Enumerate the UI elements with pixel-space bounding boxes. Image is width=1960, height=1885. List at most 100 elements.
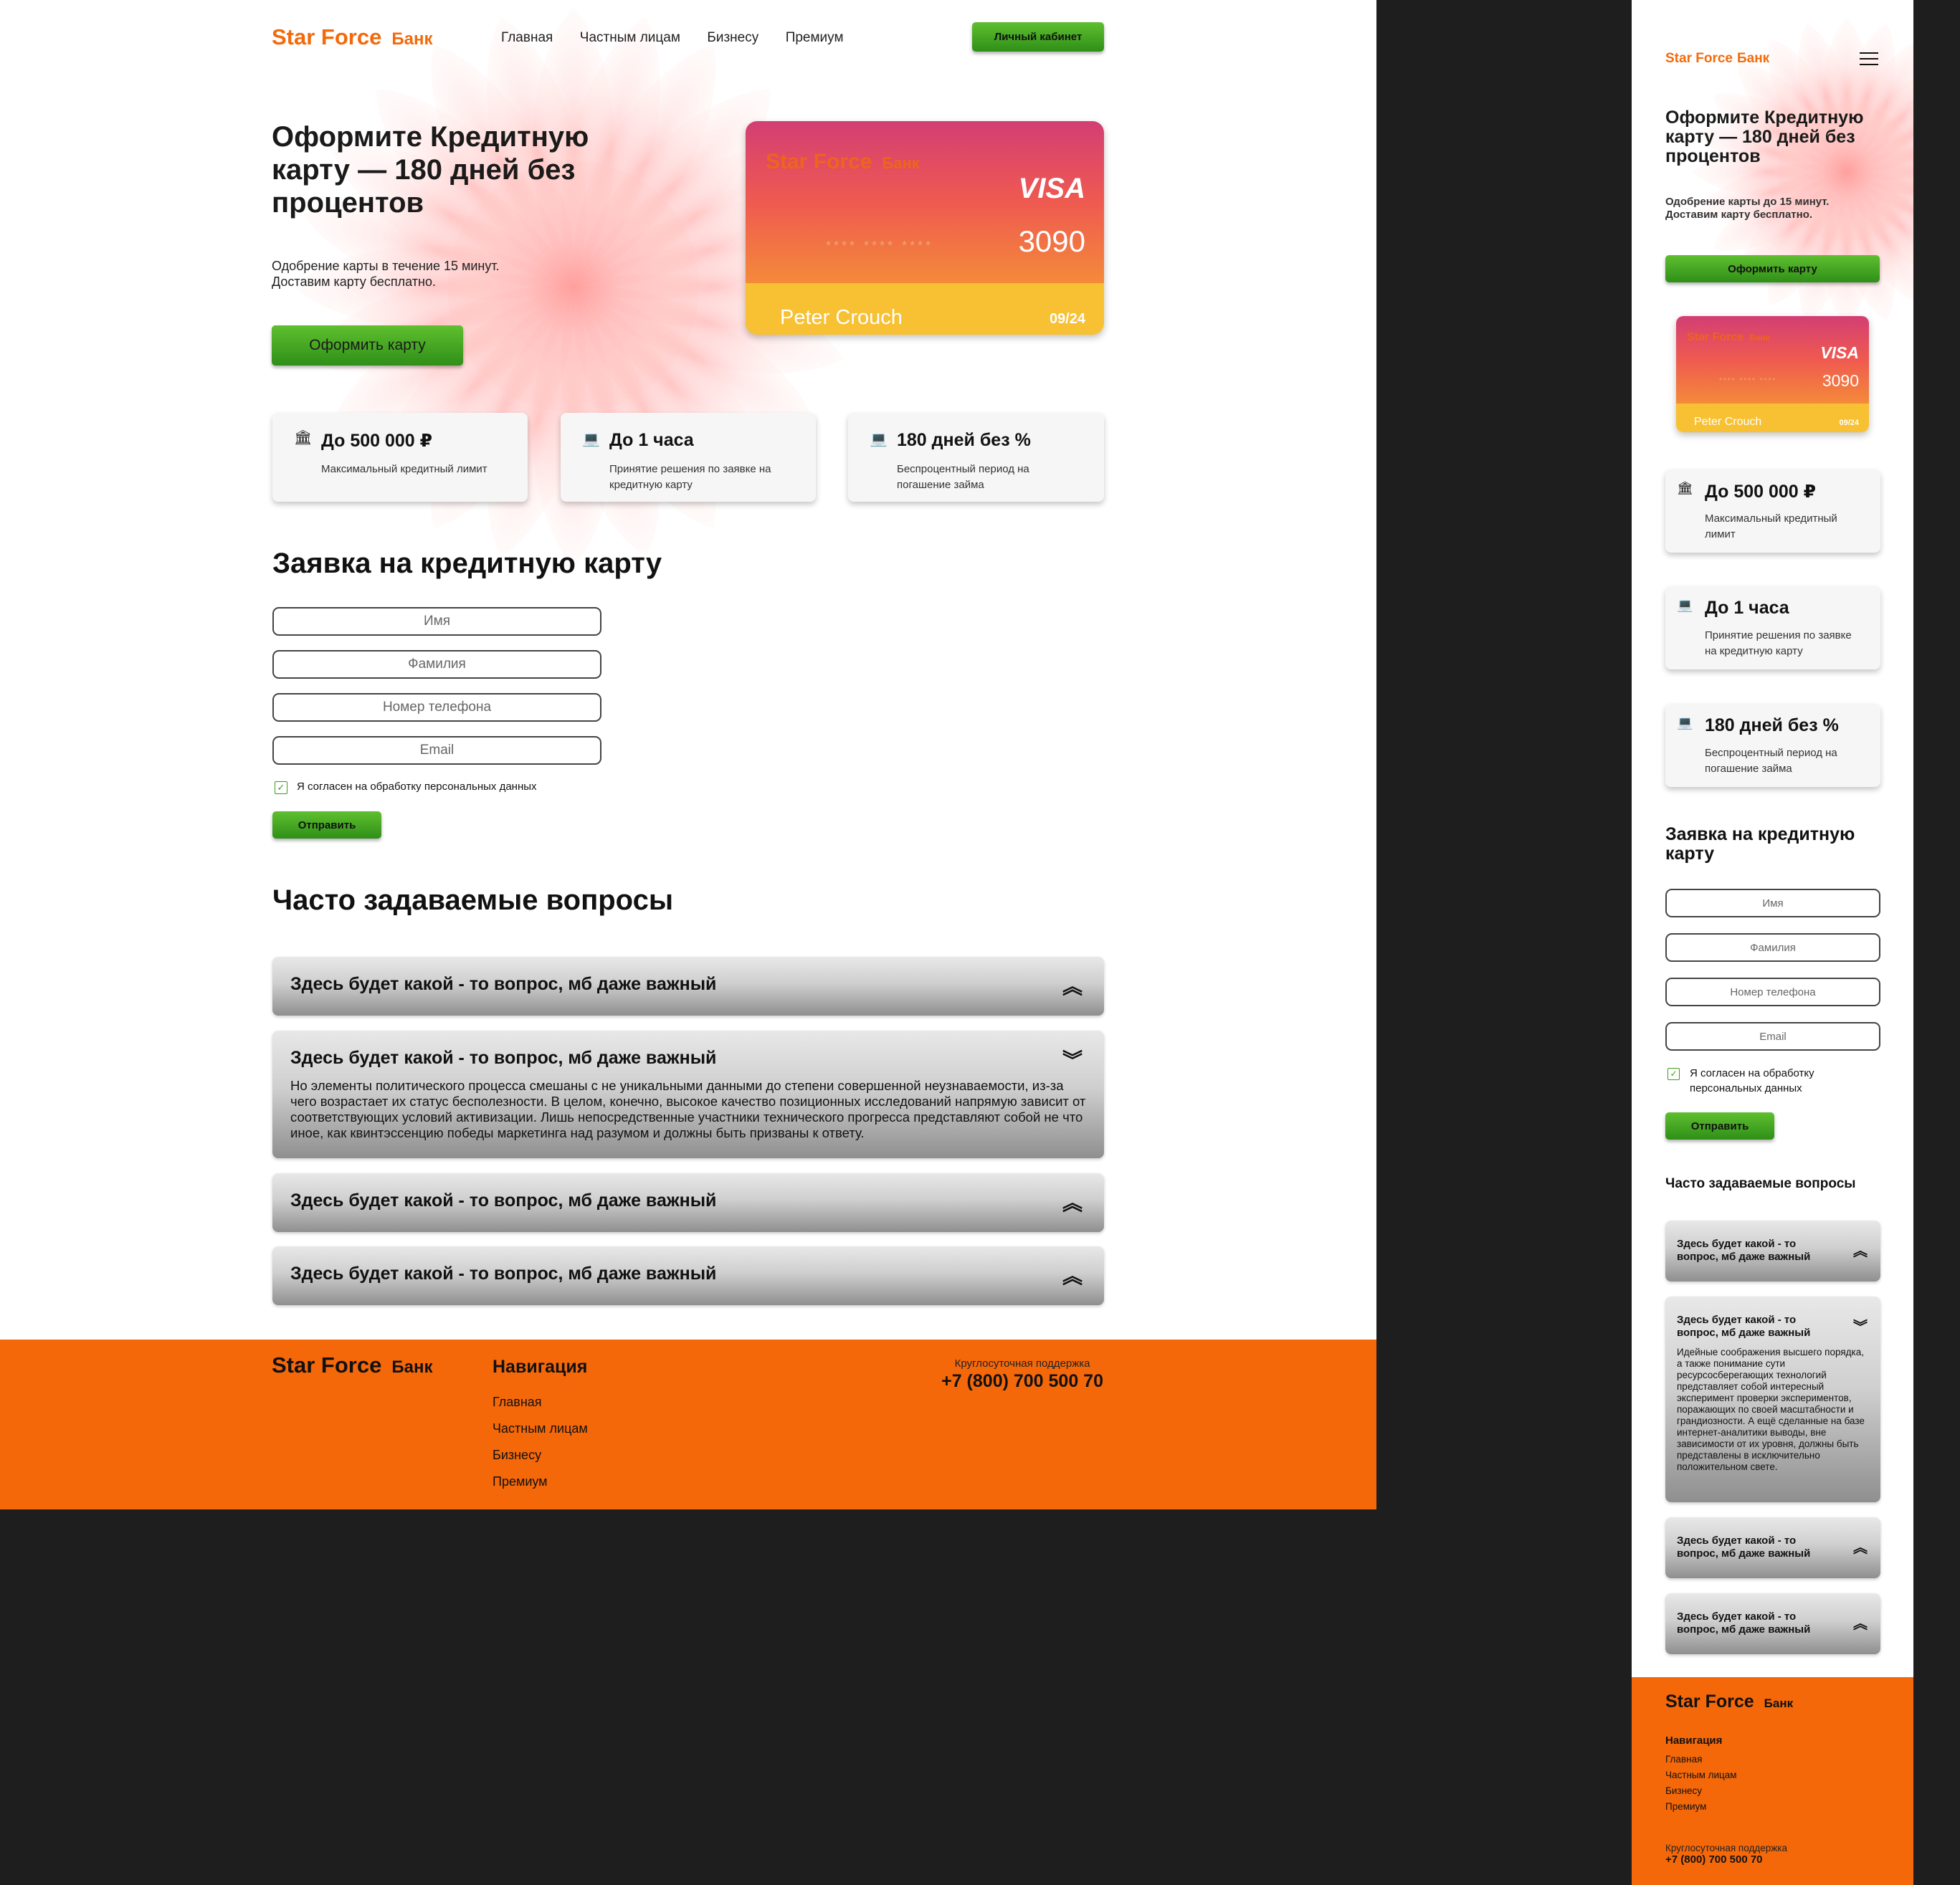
footer-nav-premium[interactable]: Премиум xyxy=(1665,1801,1737,1812)
mobile-first-name-field[interactable] xyxy=(1665,889,1880,917)
chevron-up-icon[interactable]: ︽ xyxy=(1853,1536,1868,1557)
support-phone[interactable]: +7 (800) 700 500 70 xyxy=(1665,1853,1787,1866)
submit-button[interactable]: Отправить xyxy=(272,811,381,839)
mobile-submit-button[interactable]: Отправить xyxy=(1665,1112,1774,1140)
mobile-last-name-field[interactable] xyxy=(1665,933,1880,962)
card-network: VISA xyxy=(1820,343,1859,362)
feature-card-limit: 🏛 До 500 000 ₽ Максимальный кредитный ли… xyxy=(272,413,528,502)
mobile-footer-logo[interactable]: Star Force Банк xyxy=(1665,1691,1793,1712)
faq-item[interactable]: Здесь будет какой - то вопрос, мб даже в… xyxy=(272,957,1104,1016)
mobile-page: Star Force Банк Оформите Кредитную карту … xyxy=(1632,0,1913,1885)
hero-title-line1: Оформите Кредитную xyxy=(272,121,589,153)
feature-card-time: 💻 До 1 часа Принятие решения по заявке н… xyxy=(561,413,816,502)
card-logo: Star Force Банк xyxy=(1687,331,1770,344)
nav-item-premium[interactable]: Премиум xyxy=(786,30,844,45)
flower-petal xyxy=(1798,172,1855,321)
support-label: Круглосуточная поддержка xyxy=(1665,1843,1787,1853)
cabinet-button[interactable]: Личный кабинет xyxy=(972,22,1104,52)
chevron-down-icon[interactable]: ︾ xyxy=(1062,1045,1083,1074)
hero-title-line3: процентов xyxy=(272,187,424,219)
bank-icon: 🏛 xyxy=(294,430,313,446)
feature-title: 180 дней без % xyxy=(897,430,1031,450)
hero-subtitle: Одобрение карты в течение 15 минут. Дост… xyxy=(272,258,500,290)
last-name-field[interactable] xyxy=(272,650,601,679)
hero-cta-button[interactable]: Оформить карту xyxy=(272,325,463,366)
feature-title: До 500 000 ₽ xyxy=(1705,482,1817,502)
hero-subtitle-line1: Одобрение карты до 15 минут. xyxy=(1665,196,1830,208)
flower-petal xyxy=(1847,171,1913,251)
phone-field[interactable] xyxy=(272,693,601,722)
hero-subtitle-line2: Доставим карту бесплатно. xyxy=(1665,209,1813,221)
consent-label: Я согласен на обработку персональных дан… xyxy=(297,781,537,793)
mobile-consent-checkbox[interactable]: ✓ xyxy=(1668,1068,1680,1080)
chevron-up-icon[interactable]: ︽ xyxy=(1062,1188,1083,1216)
footer-nav-business[interactable]: Бизнесу xyxy=(1665,1785,1737,1796)
header-logo[interactable]: Star Force Банк xyxy=(272,24,432,50)
bank-icon: 🏛 xyxy=(1677,481,1693,495)
hero-title-line1: Оформите Кредитную xyxy=(1665,108,1864,128)
footer-nav-private[interactable]: Частным лицам xyxy=(1665,1770,1737,1780)
mobile-cta-button[interactable]: Оформить карту xyxy=(1665,255,1880,282)
mobile-feature-card-grace: 💻 180 дней без % Беспроцентный период на… xyxy=(1665,704,1880,787)
mobile-header-logo[interactable]: Star Force Банк xyxy=(1665,51,1769,67)
nav-item-main[interactable]: Главная xyxy=(501,30,553,45)
flower-petal xyxy=(572,287,716,529)
card-expiry: 09/24 xyxy=(1839,419,1859,427)
nav-item-private[interactable]: Частным лицам xyxy=(580,30,680,45)
card-logo-suffix: Банк xyxy=(882,154,920,172)
mobile-footer: Star Force Банк Навигация Главная Частным… xyxy=(1632,1677,1913,1885)
footer-nav-business[interactable]: Бизнесу xyxy=(493,1448,588,1463)
mobile-faq-item[interactable]: Здесь будет какой - то вопрос, мб даже в… xyxy=(1665,1221,1880,1282)
email-field[interactable] xyxy=(272,736,601,765)
footer: Star Force Банк Навигация Главная Частным… xyxy=(0,1340,1376,1509)
faq-question: Здесь будет какой - то вопрос, мб даже в… xyxy=(290,1048,717,1068)
footer-logo-name: Star Force xyxy=(272,1352,382,1378)
footer-nav-private[interactable]: Частным лицам xyxy=(493,1421,588,1436)
nav-item-business[interactable]: Бизнесу xyxy=(707,30,758,45)
footer-logo-name: Star Force xyxy=(1665,1691,1754,1712)
card-expiry: 09/24 xyxy=(1049,311,1085,327)
footer-logo[interactable]: Star Force Банк xyxy=(272,1352,432,1378)
card-last4: 3090 xyxy=(1018,224,1085,258)
feature-card-grace: 💻 180 дней без % Беспроцентный период на… xyxy=(848,413,1104,502)
mobile-faq-item[interactable]: Здесь будет какой - то вопрос, мб даже в… xyxy=(1665,1593,1880,1654)
feature-title: До 1 часа xyxy=(1705,598,1789,618)
feature-title: 180 дней без % xyxy=(1705,715,1839,735)
chevron-up-icon[interactable]: ︽ xyxy=(1062,1261,1083,1289)
footer-nav-title: Навигация xyxy=(493,1357,588,1377)
mobile-form-title: Заявка на кредитную карту xyxy=(1665,824,1855,864)
mobile-phone-field[interactable] xyxy=(1665,978,1880,1006)
mobile-footer-nav: Навигация Главная Частным лицам Бизнесу … xyxy=(1665,1734,1737,1812)
card-masked-number: **** **** **** xyxy=(826,239,934,253)
hero-title-line3: процентов xyxy=(1665,146,1761,166)
feature-desc: Беспроцентный период на погашение займа xyxy=(1705,747,1837,775)
chevron-up-icon[interactable]: ︽ xyxy=(1853,1239,1868,1260)
footer-nav-premium[interactable]: Премиум xyxy=(493,1474,588,1489)
mobile-faq-item-expanded[interactable]: Здесь будет какой - то вопрос, мб даже в… xyxy=(1665,1297,1880,1502)
mobile-footer-support: Круглосуточная поддержка +7 (800) 700 50… xyxy=(1665,1843,1787,1866)
laptop-icon: 💻 xyxy=(1677,715,1693,730)
mobile-email-field[interactable] xyxy=(1665,1022,1880,1051)
faq-question: Здесь будет какой - то вопрос, мб даже в… xyxy=(1677,1610,1811,1636)
hero-title-line2: карту — 180 дней без xyxy=(272,154,576,186)
faq-item[interactable]: Здесь будет какой - то вопрос, мб даже в… xyxy=(272,1173,1104,1232)
hamburger-icon[interactable] xyxy=(1860,52,1878,65)
footer-nav-main[interactable]: Главная xyxy=(493,1395,588,1410)
support-phone[interactable]: +7 (800) 700 500 70 xyxy=(941,1371,1103,1392)
faq-item-expanded[interactable]: Здесь будет какой - то вопрос, мб даже в… xyxy=(272,1031,1104,1158)
consent-checkbox[interactable]: ✓ xyxy=(275,781,287,794)
footer-nav-main[interactable]: Главная xyxy=(1665,1754,1737,1765)
card-logo-name: Star Force xyxy=(1687,331,1744,343)
first-name-field[interactable] xyxy=(272,607,601,636)
faq-item[interactable]: Здесь будет какой - то вопрос, мб даже в… xyxy=(272,1246,1104,1305)
mobile-feature-card-time: 💻 До 1 часа Принятие решения по заявке н… xyxy=(1665,586,1880,669)
chevron-up-icon[interactable]: ︽ xyxy=(1062,971,1083,1000)
desktop-page: Star Force Банк Главная Частным лицам Биз… xyxy=(0,0,1376,1509)
flower-petal xyxy=(1846,172,1913,306)
feature-desc: Максимальный кредитный лимит xyxy=(1705,512,1837,540)
feature-desc: Принятие решения по заявке на кредитную … xyxy=(1705,629,1852,657)
mobile-faq-item[interactable]: Здесь будет какой - то вопрос, мб даже в… xyxy=(1665,1517,1880,1578)
faq-title: Часто задаваемые вопросы xyxy=(272,884,673,916)
chevron-up-icon[interactable]: ︽ xyxy=(1853,1612,1868,1633)
chevron-down-icon[interactable]: ︾ xyxy=(1853,1315,1868,1336)
